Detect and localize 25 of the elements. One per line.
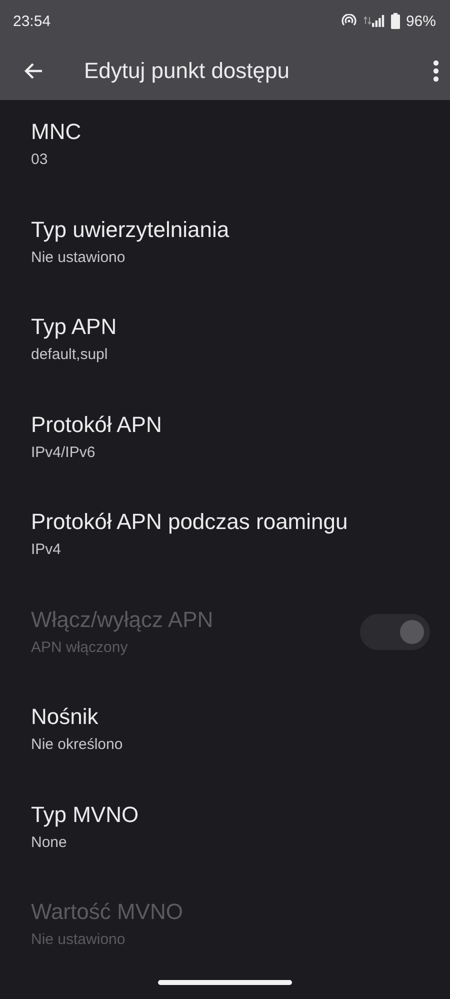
more-options-button[interactable] — [432, 59, 440, 83]
setting-summary: Nie określono — [31, 736, 124, 754]
signal-icon — [362, 14, 385, 28]
setting-title: Wartość MVNO — [31, 899, 184, 926]
setting-title[interactable]: Protokół APN — [31, 412, 430, 438]
setting-summary: None — [31, 834, 68, 851]
status-time: 23:54 — [13, 12, 51, 30]
setting-summary: IPv4/IPv6 — [31, 444, 96, 461]
setting-title[interactable]: Nośnik — [31, 704, 430, 730]
setting-title[interactable]: Typ uwierzytelniania — [31, 216, 430, 243]
setting-summary: APN włączony — [31, 638, 129, 656]
setting-title[interactable]: Typ APN — [31, 314, 430, 340]
setting-title[interactable]: MNC — [31, 119, 430, 146]
battery-percent: 96% — [406, 12, 436, 30]
battery-icon — [390, 13, 400, 29]
setting-summary: 03 — [31, 151, 49, 168]
setting-title[interactable]: Typ MVNO — [31, 802, 430, 828]
setting-summary: default,supl — [31, 346, 109, 364]
setting-summary: IPv4 — [31, 541, 62, 558]
setting-summary: Nie ustawiono — [31, 931, 126, 948]
setting-title: Włącz/wyłącz APN — [31, 606, 214, 633]
hotspot-icon — [340, 14, 357, 28]
app-bar-title: Edytuj punkt dostępu — [84, 58, 290, 84]
setting-title[interactable]: Protokół APN podczas roamingu — [31, 509, 430, 536]
setting-summary: Nie ustawiono — [31, 248, 126, 266]
